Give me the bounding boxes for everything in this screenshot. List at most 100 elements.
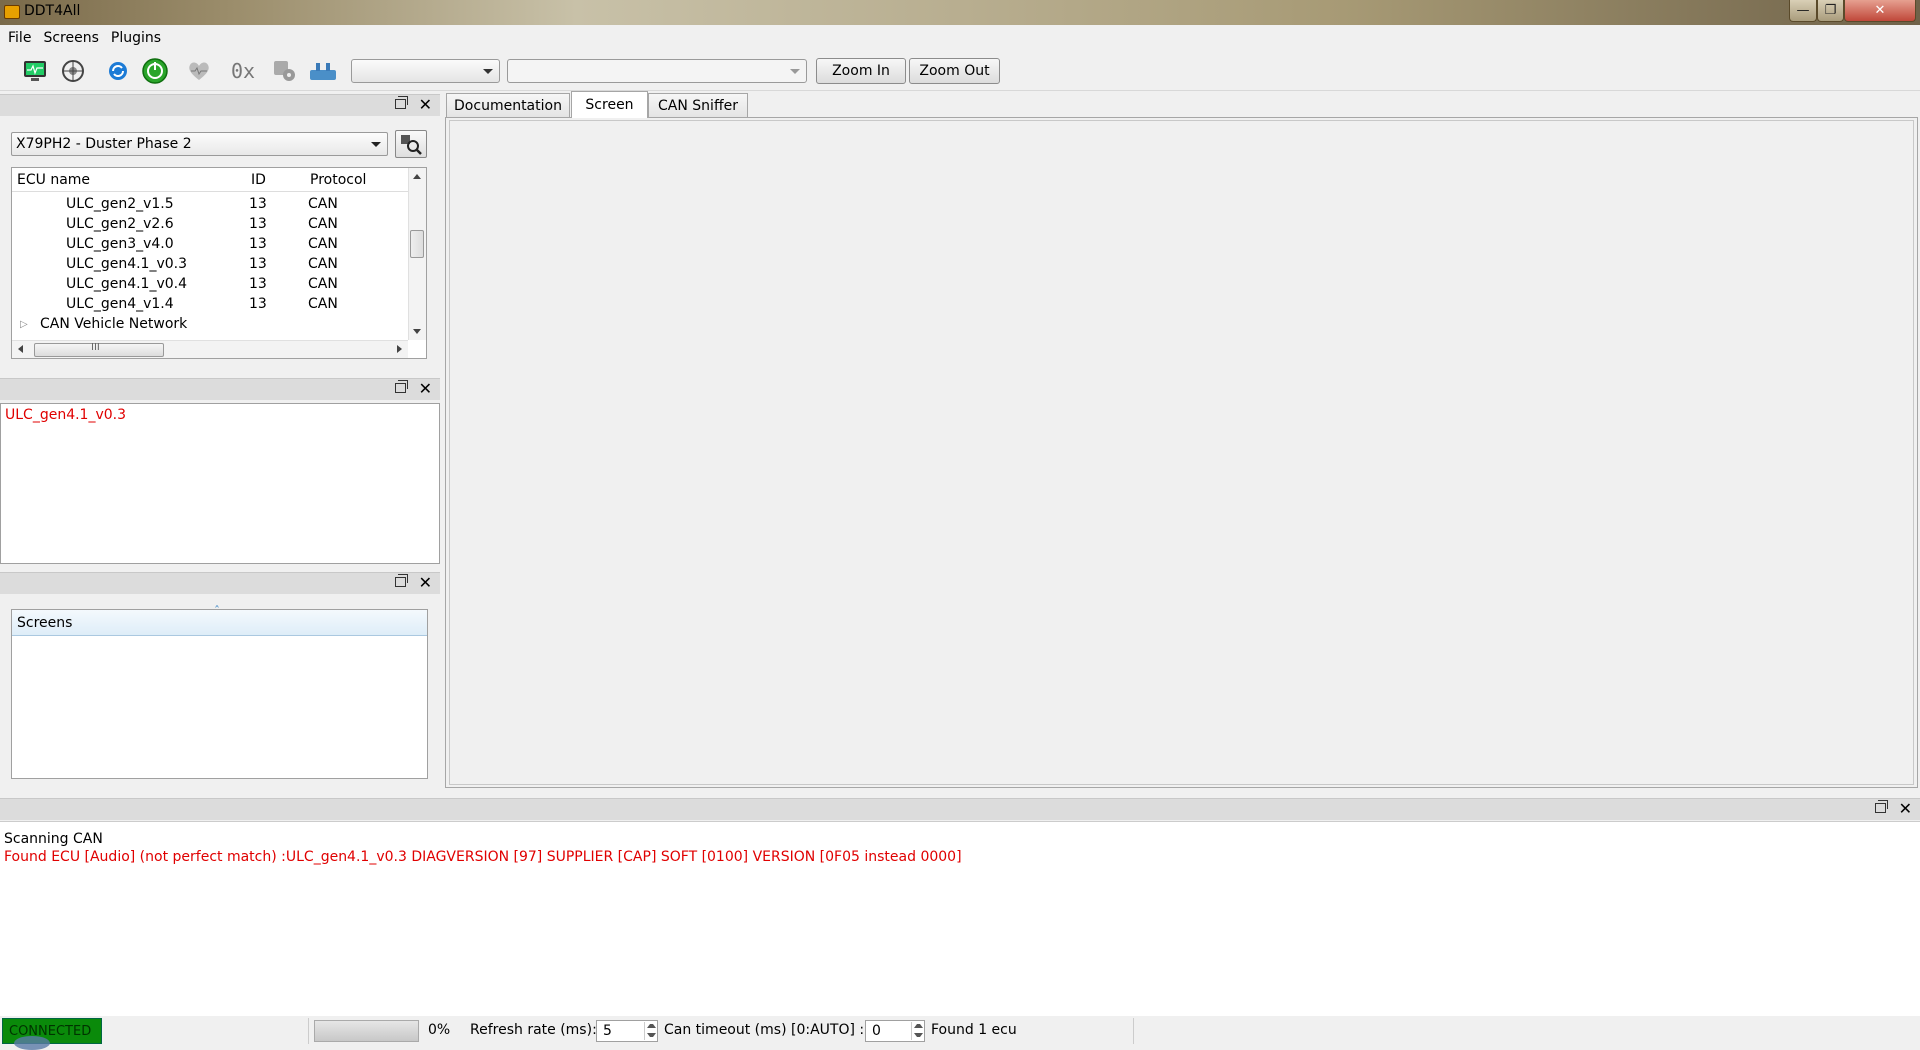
tree-group[interactable]: ▷ CAN Vehicle Network <box>12 315 408 335</box>
ecu-id: 13 <box>249 296 267 312</box>
spin-up-icon[interactable] <box>644 1022 656 1031</box>
ecu-tree[interactable]: ECU name ID Protocol ULC_gen2_v1.5 13 CAN … <box>11 167 427 359</box>
connect-icon[interactable] <box>140 56 170 86</box>
scroll-thumb[interactable]: III <box>34 342 164 357</box>
minimize-button[interactable]: — <box>1789 0 1817 22</box>
ecu-id: 13 <box>249 216 267 232</box>
app-icon <box>4 5 20 19</box>
chevron-down-icon <box>371 142 381 147</box>
menu-screens[interactable]: Screens <box>37 30 104 46</box>
scroll-down-icon[interactable] <box>413 329 421 334</box>
ecu-info-dock-header: ✕ <box>0 378 440 400</box>
column-header-protocol[interactable]: Protocol <box>310 172 366 188</box>
menu-bar: File Screens Plugins <box>0 26 1920 50</box>
close-icon[interactable]: ✕ <box>419 379 432 398</box>
network-scan-icon[interactable] <box>58 56 88 86</box>
scroll-up-icon[interactable] <box>413 174 421 179</box>
ecu-name: ULC_gen4_v1.4 <box>66 296 174 312</box>
close-icon: ✕ <box>1874 3 1886 18</box>
plug-icon[interactable] <box>308 56 338 86</box>
list-item[interactable]: ULC_gen4.1_v0.4 13 CAN <box>12 275 408 295</box>
screens-list[interactable]: Screens ˆ <box>11 604 428 779</box>
vertical-scrollbar[interactable] <box>408 168 426 340</box>
progress-bar <box>314 1020 419 1042</box>
ecu-dock-header: ✕ <box>0 94 440 116</box>
ecu-tree-header: ECU name ID Protocol <box>12 168 408 192</box>
close-icon[interactable]: ✕ <box>1899 799 1912 818</box>
zoom-in-button[interactable]: Zoom In <box>816 58 906 84</box>
list-item[interactable]: ULC_gen3_v4.0 13 CAN <box>12 235 408 255</box>
list-item[interactable]: ULC_gen4_v1.4 13 CAN <box>12 295 408 315</box>
found-ecu-status: Found 1 ecu <box>931 1022 1017 1038</box>
log-dock-header: ✕ <box>0 798 1920 820</box>
sort-caret-icon: ˆ <box>214 604 220 618</box>
scroll-thumb[interactable] <box>410 230 424 258</box>
screens-header[interactable]: Screens ˆ <box>12 604 427 636</box>
ecu-protocol: CAN <box>308 196 338 212</box>
zoom-out-button[interactable]: Zoom Out <box>909 58 1000 84</box>
ecu-name: ULC_gen4.1_v0.3 <box>66 256 188 272</box>
window-title: DDT4All <box>24 3 81 19</box>
monitor-icon[interactable] <box>20 56 50 86</box>
ecu-protocol: CAN <box>308 216 338 232</box>
can-timeout-input[interactable]: 0 <box>865 1020 925 1042</box>
log-line: Found ECU [Audio] (not perfect match) :U… <box>4 849 962 865</box>
ecu-vehicle-select[interactable]: X79PH2 - Duster Phase 2 <box>11 132 388 156</box>
close-icon[interactable]: ✕ <box>419 95 432 114</box>
adapter-select[interactable] <box>351 59 500 83</box>
chevron-down-icon <box>483 69 493 74</box>
can-timeout-value: 0 <box>872 1023 881 1039</box>
float-icon[interactable] <box>395 380 408 393</box>
column-header-name[interactable]: ECU name <box>17 172 90 188</box>
ecu-protocol: CAN <box>308 276 338 292</box>
screen-select[interactable] <box>507 59 807 83</box>
spin-up-icon[interactable] <box>911 1022 923 1031</box>
screens-dock-header: ✕ <box>0 572 440 594</box>
menu-file[interactable]: File <box>2 30 37 46</box>
spin-down-icon[interactable] <box>644 1031 656 1040</box>
float-icon[interactable] <box>1875 800 1888 813</box>
refresh-rate-value: 5 <box>603 1023 612 1039</box>
ecu-search-button[interactable] <box>395 130 427 158</box>
refresh-icon[interactable] <box>103 56 133 86</box>
log-line: Scanning CAN <box>4 831 103 847</box>
close-window-button[interactable]: ✕ <box>1844 0 1916 22</box>
ecu-info-panel: ULC_gen4.1_v0.3 <box>0 403 440 564</box>
float-icon[interactable] <box>395 96 408 109</box>
minimize-icon: — <box>1796 3 1810 18</box>
scroll-right-icon[interactable] <box>397 345 402 353</box>
ecu-name: ULC_gen4.1_v0.4 <box>66 276 188 292</box>
toolbar: 0x Zoom In Zoom Out <box>0 51 1920 91</box>
menu-plugins[interactable]: Plugins <box>105 30 167 46</box>
ecu-name: ULC_gen3_v4.0 <box>66 236 174 252</box>
heart-icon[interactable] <box>184 56 214 86</box>
title-bar: DDT4All — ❐ ✕ <box>0 0 1920 25</box>
tab-documentation[interactable]: Documentation <box>446 93 570 117</box>
screen-canvas[interactable] <box>449 120 1914 785</box>
separator <box>308 1018 310 1044</box>
float-icon[interactable] <box>395 574 408 587</box>
spin-down-icon[interactable] <box>911 1031 923 1040</box>
list-item[interactable]: ULC_gen2_v2.6 13 CAN <box>12 215 408 235</box>
screens-header-label: Screens <box>17 615 73 631</box>
tab-can-sniffer[interactable]: CAN Sniffer <box>648 93 748 117</box>
list-item[interactable]: ULC_gen2_v1.5 13 CAN <box>12 195 408 215</box>
settings-icon[interactable] <box>270 56 300 86</box>
hex-icon[interactable]: 0x <box>228 56 258 86</box>
scroll-left-icon[interactable] <box>18 345 23 353</box>
refresh-rate-input[interactable]: 5 <box>596 1020 658 1042</box>
horizontal-scrollbar[interactable]: III <box>12 340 408 358</box>
maximize-button[interactable]: ❐ <box>1817 0 1844 22</box>
ecu-protocol: CAN <box>308 256 338 272</box>
log-panel: Scanning CAN Found ECU [Audio] (not perf… <box>0 821 1920 1016</box>
status-bar: CONNECTED 0% Refresh rate (ms): 5 Can ti… <box>0 1016 1920 1050</box>
ecu-id: 13 <box>249 256 267 272</box>
ecu-info-text: ULC_gen4.1_v0.3 <box>5 407 127 423</box>
close-icon[interactable]: ✕ <box>419 573 432 592</box>
list-item[interactable]: ULC_gen4.1_v0.3 13 CAN <box>12 255 408 275</box>
tab-screen[interactable]: Screen <box>571 91 648 118</box>
column-header-id[interactable]: ID <box>251 172 266 188</box>
can-timeout-label: Can timeout (ms) [0:AUTO] : <box>664 1022 865 1038</box>
chevron-right-icon[interactable]: ▷ <box>20 319 28 330</box>
separator <box>1133 1018 1135 1044</box>
